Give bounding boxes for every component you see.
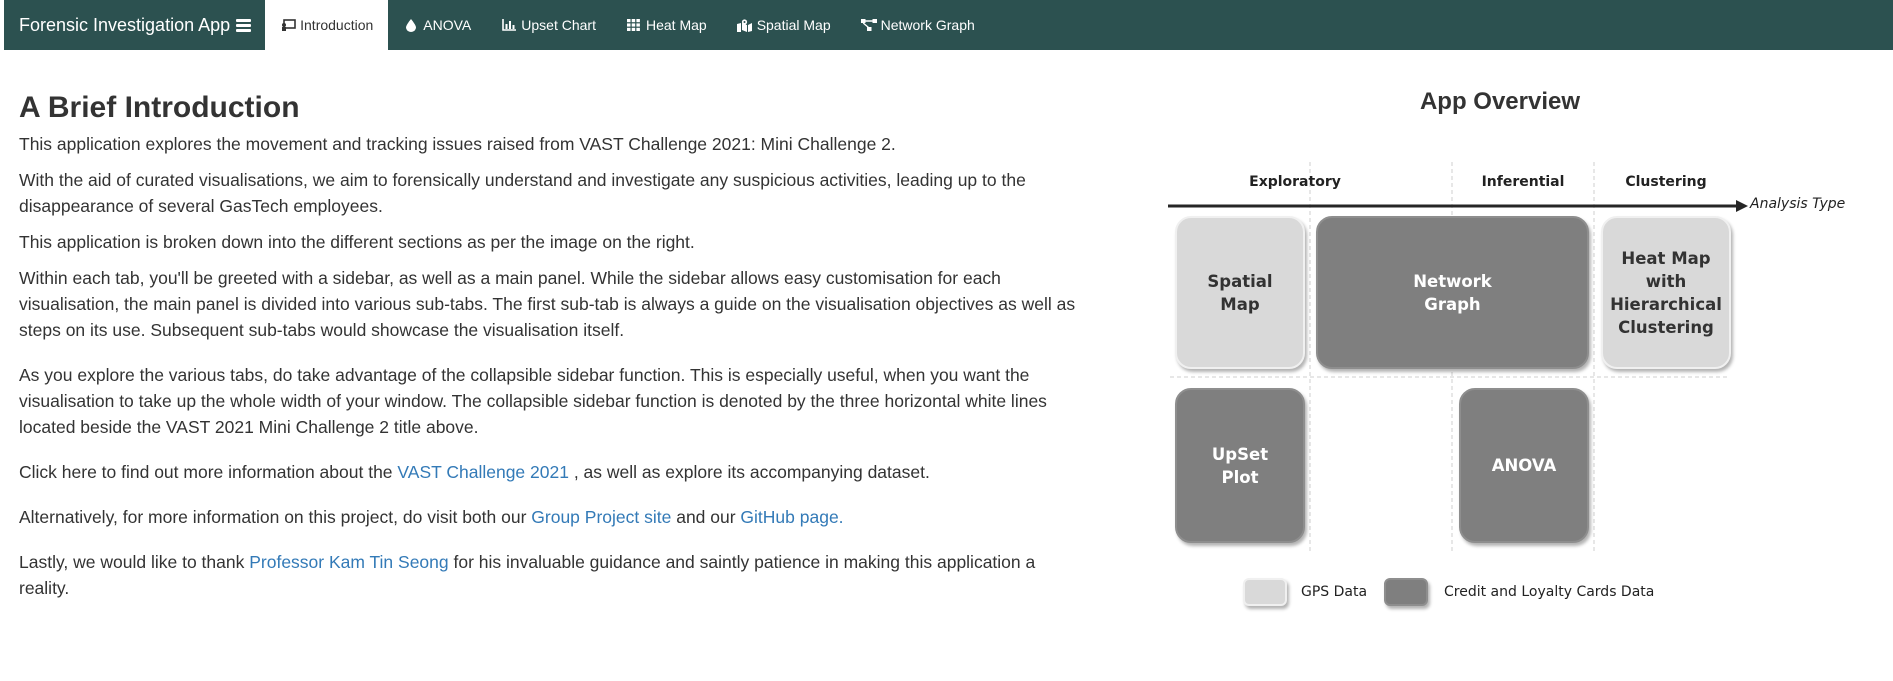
chalkboard-teacher-icon <box>280 18 296 32</box>
github-page-link[interactable]: GitHub page. <box>740 507 843 527</box>
tab-anova[interactable]: ANOVA <box>388 0 486 50</box>
tab-network-graph[interactable]: Network Graph <box>846 0 990 50</box>
column-label-inferential: Inferential <box>1481 174 1565 190</box>
legend-label-cards: Credit and Loyalty Cards Data <box>1444 584 1655 600</box>
box-label-line: with <box>1645 271 1687 291</box>
paragraph-text: and our <box>671 507 741 527</box>
box-label-line: Graph <box>1424 294 1481 314</box>
project-diagram-icon <box>860 18 877 32</box>
paragraph-text: Lastly, we would like to thank <box>19 552 250 572</box>
box-label-line: Map <box>1220 294 1260 314</box>
tab-label: Spatial Map <box>756 17 831 33</box>
tab-spatial-map[interactable]: Spatial Map <box>722 0 846 50</box>
intro-paragraph-3: This application is broken down into the… <box>19 232 695 252</box>
paragraph-text: Alternatively, for more information on t… <box>19 507 532 527</box>
tab-label: ANOVA <box>423 17 472 33</box>
box-label-line: UpSet <box>1211 444 1269 464</box>
tab-label: Heat Map <box>645 17 707 33</box>
intro-paragraph-5: As you explore the various tabs, do take… <box>19 365 1047 437</box>
anova-box: ANOVA <box>1459 388 1589 543</box>
tab-upset-chart[interactable]: Upset Chart <box>486 0 611 50</box>
box-label-line: Heat Map <box>1621 248 1711 268</box>
paragraph-text: Click here to find out more information … <box>19 462 398 482</box>
tab-label: Network Graph <box>880 17 975 33</box>
map-marked-icon <box>737 18 753 32</box>
app-overview-diagram: Exploratory Inferential Clustering Analy… <box>1165 158 1855 618</box>
box-label-line: Plot <box>1221 467 1259 487</box>
upset-plot-box: UpSet Plot <box>1175 388 1305 543</box>
tint-icon <box>403 18 419 32</box>
paragraph-text: , as well as explore its accompanying da… <box>568 462 930 482</box>
hamburger-menu-icon[interactable] <box>236 18 252 32</box>
box-label-line: Network <box>1413 271 1492 291</box>
legend-label-gps: GPS Data <box>1301 584 1368 600</box>
intro-paragraph-1: This application explores the movement a… <box>19 134 896 154</box>
intro-paragraph-7: Alternatively, for more information on t… <box>19 504 1089 530</box>
box-label-line: Hierarchical <box>1610 294 1722 314</box>
professor-link[interactable]: Professor Kam Tin Seong <box>249 552 448 572</box>
intro-paragraph-4: Within each tab, you'll be greeted with … <box>19 268 1076 340</box>
spatial-map-box: Spatial Map <box>1175 216 1305 369</box>
tab-label: Upset Chart <box>521 17 596 33</box>
box-label-line: Clustering <box>1618 317 1714 337</box>
page-title: A Brief Introduction <box>19 91 300 124</box>
bar-chart-icon <box>501 18 517 32</box>
tab-label: Introduction <box>300 17 374 33</box>
legend-swatch-cards <box>1384 578 1428 606</box>
app-overview-title: App Overview <box>1419 88 1581 115</box>
top-navbar: Forensic Investigation App Introduction … <box>4 0 1893 50</box>
box-label-line: Spatial <box>1207 271 1273 291</box>
introduction-panel: A Brief Introduction This application ex… <box>19 50 1089 601</box>
app-brand[interactable]: Forensic Investigation App <box>4 0 265 50</box>
app-title: Forensic Investigation App <box>19 14 231 35</box>
intro-paragraph-2: With the aid of curated visualisations, … <box>19 170 1026 216</box>
tab-introduction[interactable]: Introduction <box>265 0 389 50</box>
group-project-site-link[interactable]: Group Project site <box>531 507 671 527</box>
intro-paragraph-6: Click here to find out more information … <box>19 459 1089 485</box>
box-label-line: ANOVA <box>1491 456 1557 475</box>
network-graph-box: Network Graph <box>1316 216 1589 369</box>
column-label-clustering: Clustering <box>1625 174 1707 190</box>
axis-label-analysis-type: Analysis Type <box>1750 196 1846 212</box>
main-tabs: Introduction ANOVA Upset Chart Heat Map … <box>265 0 990 50</box>
grid-icon <box>626 18 642 32</box>
vast-challenge-link[interactable]: VAST Challenge 2021 <box>397 462 569 482</box>
legend-swatch-gps <box>1243 578 1287 606</box>
column-label-exploratory: Exploratory <box>1249 174 1341 190</box>
tab-heat-map[interactable]: Heat Map <box>611 0 722 50</box>
intro-paragraph-8: Lastly, we would like to thank Professor… <box>19 549 1089 601</box>
heat-map-box: Heat Map with Hierarchical Clustering <box>1601 216 1731 369</box>
